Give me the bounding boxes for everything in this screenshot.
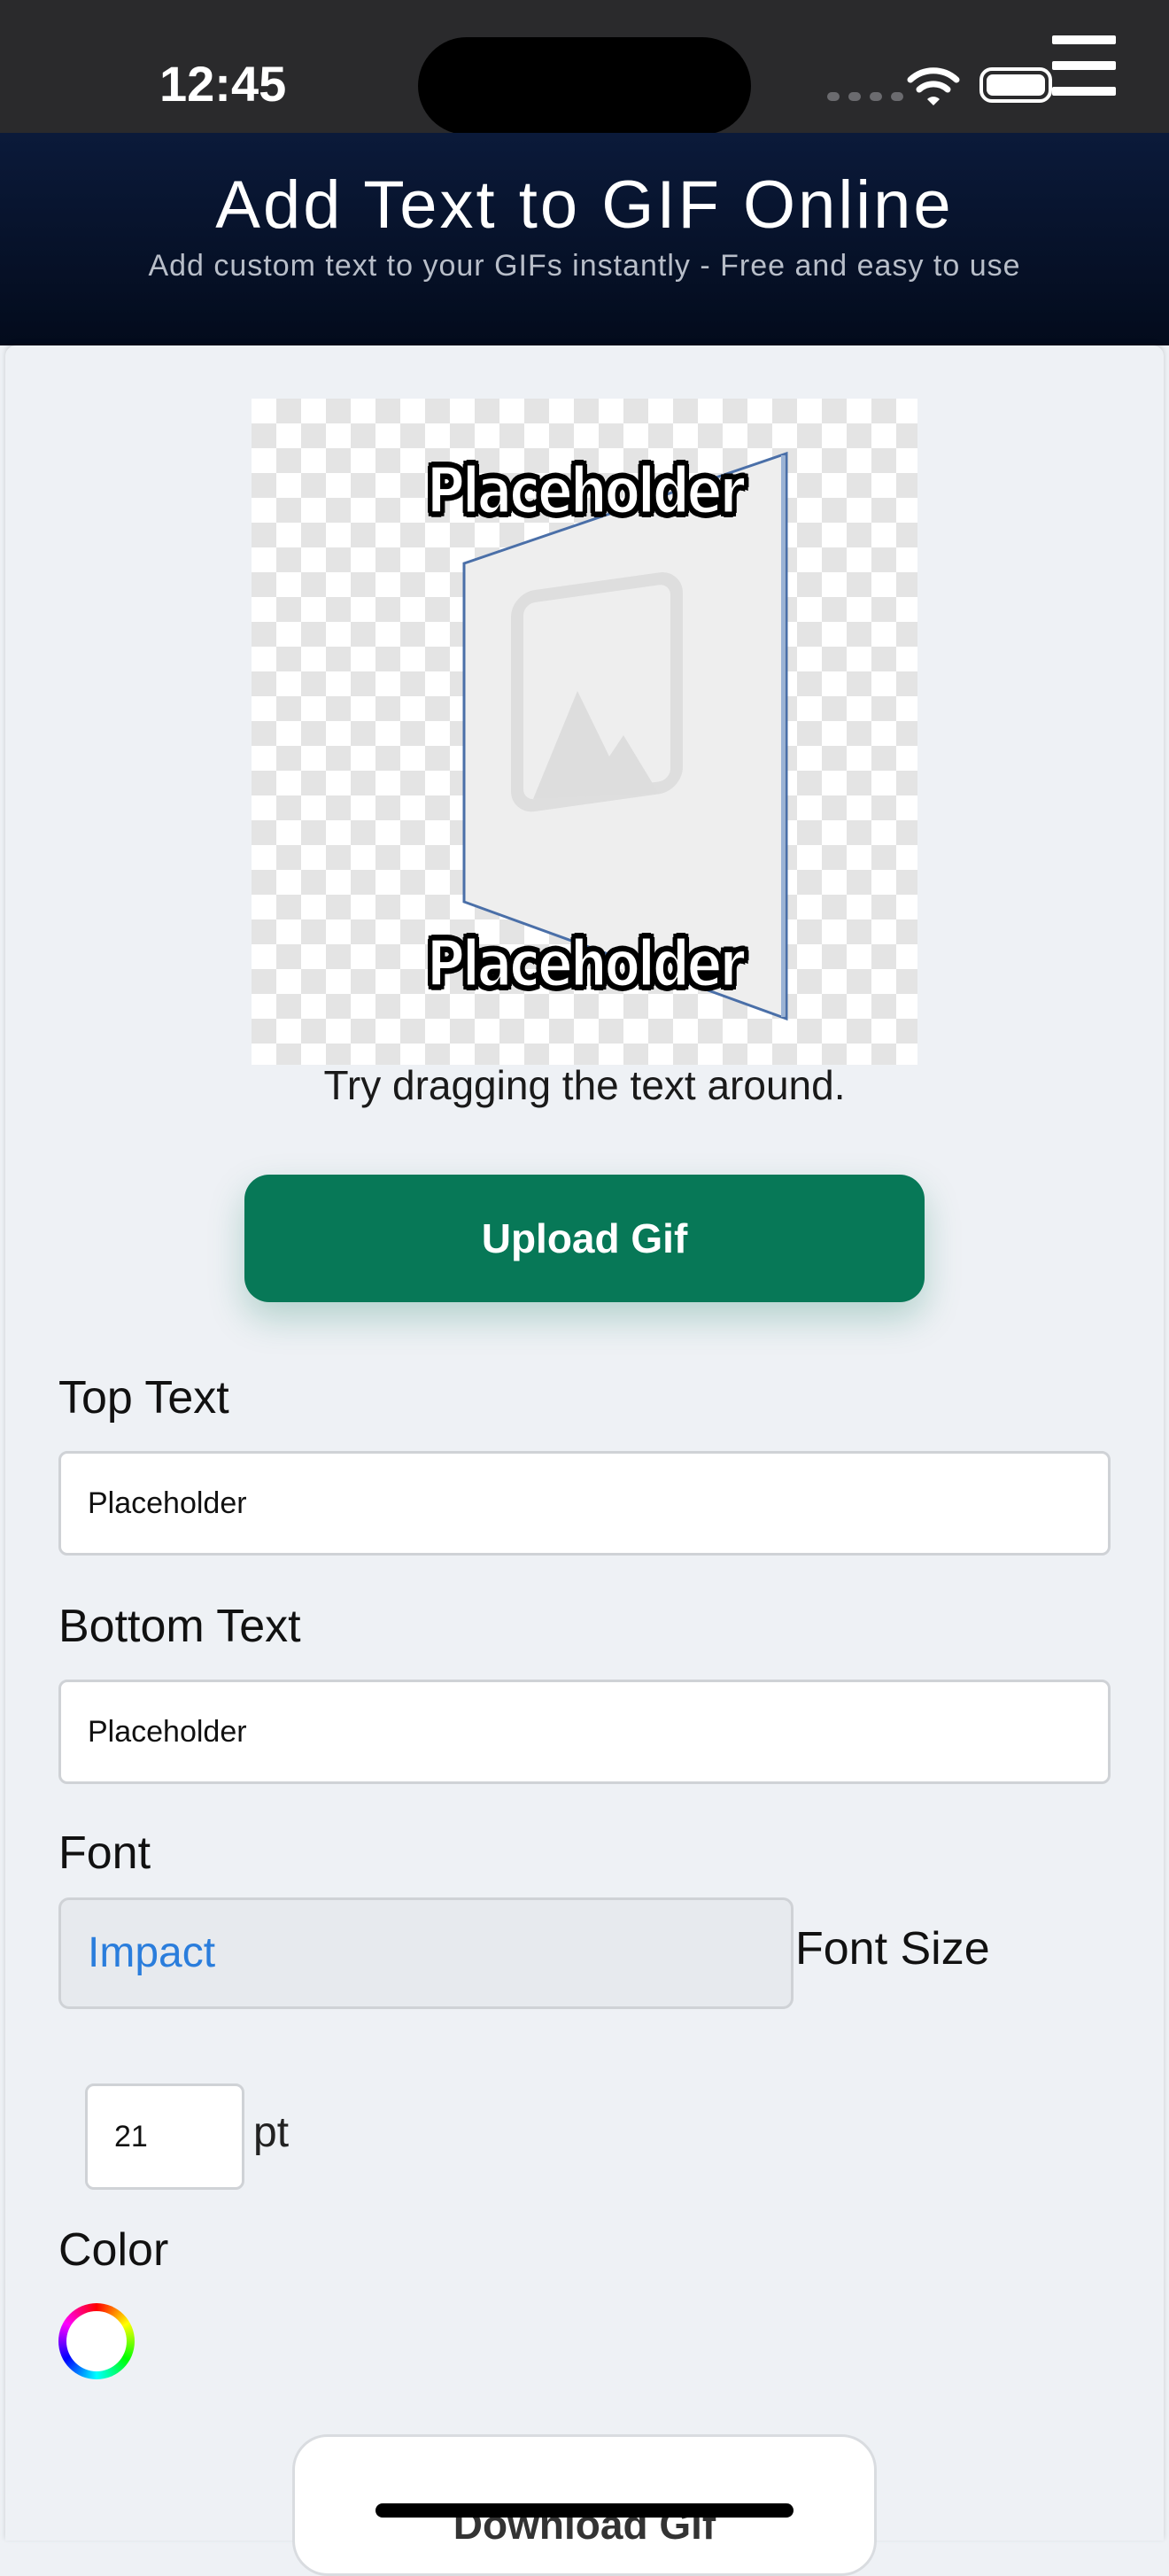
page-title: Add Text to GIF Online [215,167,954,243]
status-bar: 12:45 [0,0,1169,135]
gif-preview-canvas[interactable]: Placeholder Placeholder [252,399,917,1065]
font-select[interactable]: Impact [58,1897,794,2009]
status-time: 12:45 [159,56,287,112]
bottom-caption-text[interactable]: Placeholder [312,926,858,1003]
font-size-unit: pt [253,2109,290,2156]
bottom-text-input[interactable] [58,1680,1111,1784]
top-text-input[interactable] [58,1451,1111,1556]
hamburger-menu-icon[interactable] [1052,35,1116,96]
color-wheel-icon[interactable] [58,2303,135,2379]
font-size-input[interactable] [85,2083,244,2190]
bottom-text-label: Bottom Text [58,1601,301,1652]
top-text-label: Top Text [58,1372,229,1424]
page-header: Add Text to GIF Online Add custom text t… [0,133,1169,345]
dynamic-island [418,37,751,135]
editor-card: Placeholder Placeholder Try dragging the… [5,345,1164,2576]
home-indicator [375,2503,794,2518]
color-label: Color [58,2224,169,2276]
drag-hint: Try dragging the text around. [323,1062,846,1108]
page-subtitle: Add custom text to your GIFs instantly -… [148,249,1021,283]
font-label: Font [58,1827,151,1879]
upload-gif-button[interactable]: Upload Gif [244,1175,925,1302]
wifi-icon [907,67,960,105]
top-caption-text[interactable]: Placeholder [312,453,858,530]
font-size-label: Font Size [795,1923,990,1975]
battery-icon [979,67,1052,103]
cellular-signal-icon [827,92,903,101]
